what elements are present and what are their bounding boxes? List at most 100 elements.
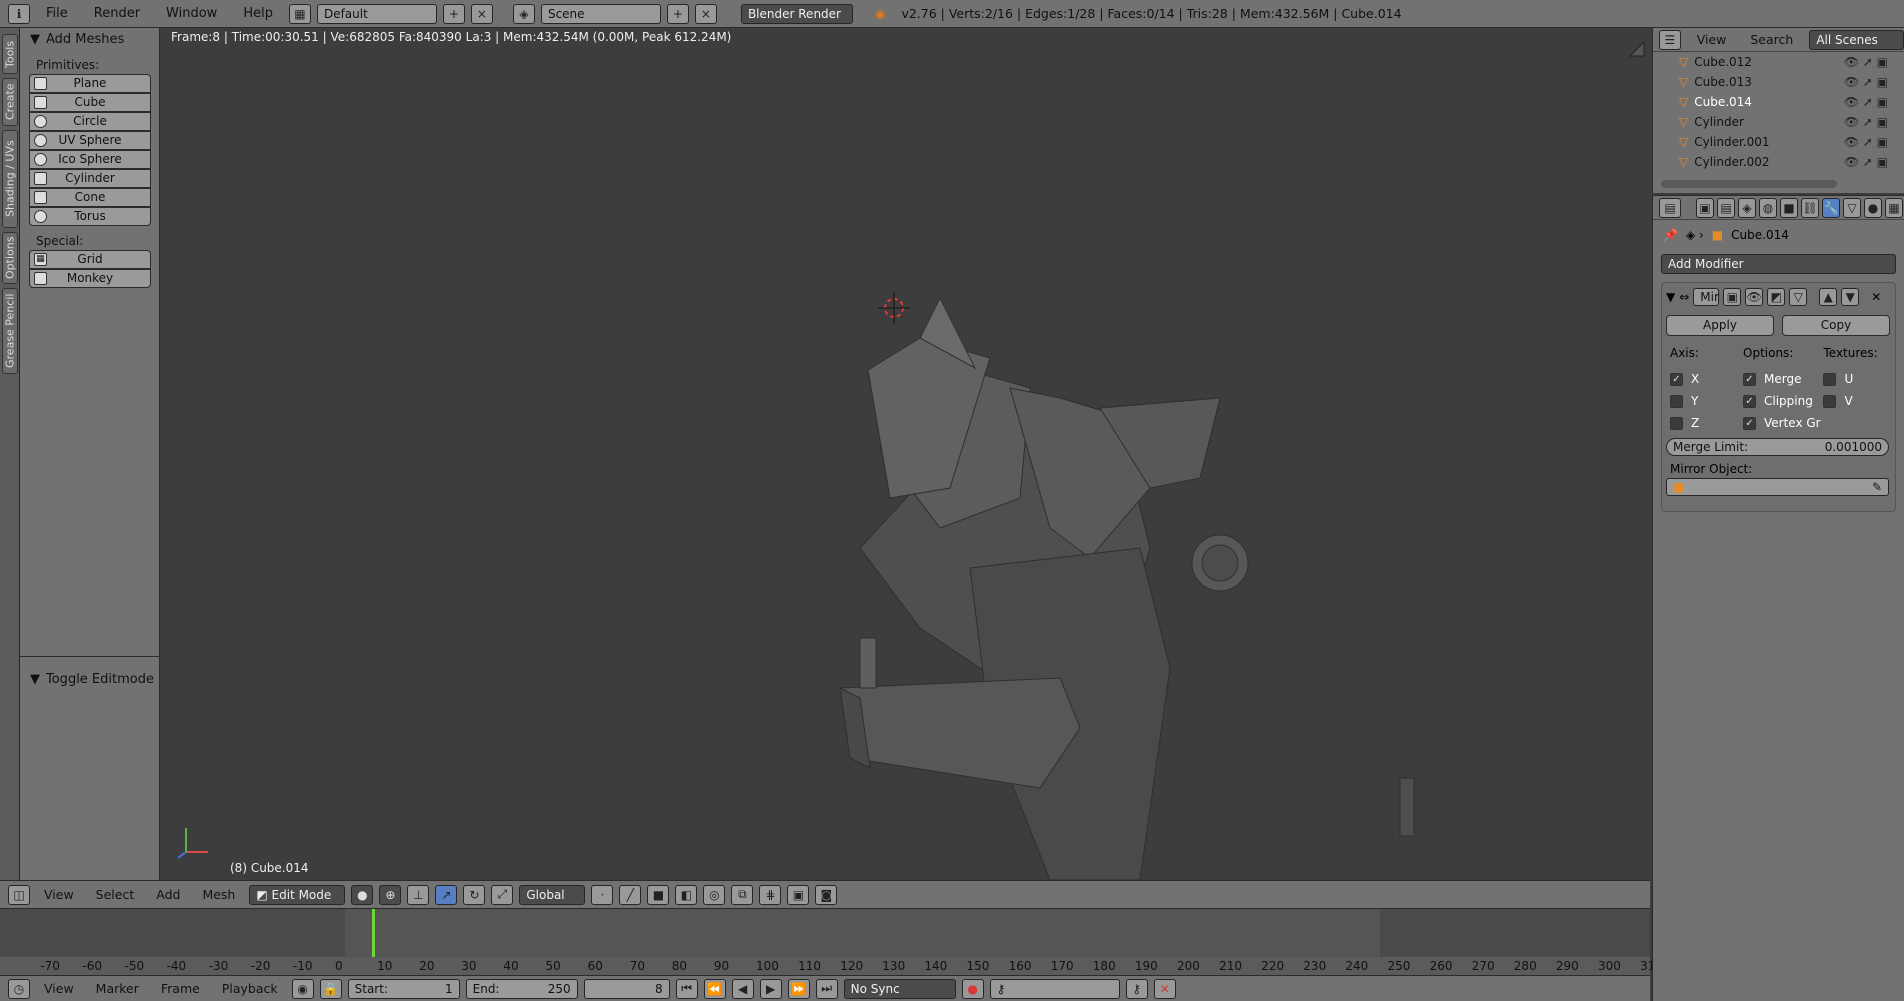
- apply-button[interactable]: Apply: [1666, 315, 1774, 336]
- proportional-edit-icon[interactable]: ◎: [703, 884, 726, 905]
- lock-range-icon[interactable]: 🔒: [319, 978, 342, 999]
- constraints-tab-icon[interactable]: ⛓: [1801, 197, 1819, 218]
- texture-tab-icon[interactable]: ▦: [1885, 197, 1903, 218]
- end-frame-field[interactable]: End: 250: [465, 978, 578, 999]
- outliner-item[interactable]: ▽ Cube.012 👁 ➚ ▣: [1653, 52, 1904, 72]
- modifiers-tab-icon[interactable]: 🔧: [1822, 197, 1840, 218]
- snap-element-icon[interactable]: ⋕: [759, 884, 782, 905]
- scene-tab-icon[interactable]: ◈: [1738, 197, 1756, 218]
- tab-shading-uvs[interactable]: Shading / UVs: [2, 130, 18, 228]
- remove-modifier-icon[interactable]: ✕: [1871, 290, 1881, 304]
- menu-file[interactable]: File: [36, 6, 78, 21]
- record-icon[interactable]: ●: [961, 978, 984, 999]
- jump-end-icon[interactable]: ⏭: [815, 978, 838, 999]
- menu-search[interactable]: Search: [1742, 32, 1801, 47]
- menu-view[interactable]: View: [36, 887, 82, 902]
- menu-marker[interactable]: Marker: [88, 981, 147, 996]
- pivot-point-icon[interactable]: ⊕: [379, 884, 402, 905]
- move-down-icon[interactable]: ▼: [1841, 288, 1860, 306]
- add-circle-button[interactable]: Circle: [29, 112, 151, 131]
- menu-playback[interactable]: Playback: [214, 981, 286, 996]
- add-cone-button[interactable]: Cone: [29, 188, 151, 207]
- world-tab-icon[interactable]: ◍: [1759, 197, 1777, 218]
- screen-layout-icon[interactable]: ▦: [288, 3, 311, 24]
- add-uv-sphere-button[interactable]: UV Sphere: [29, 131, 151, 150]
- outliner-editor-icon[interactable]: ☰: [1659, 29, 1681, 50]
- modifier-name-field[interactable]: Mir: [1693, 288, 1720, 306]
- render-layers-tab-icon[interactable]: ▤: [1717, 197, 1735, 218]
- collapse-triangle-icon[interactable]: ▼: [1666, 290, 1675, 304]
- timeline-area[interactable]: -70 -60 -50 -40 -30 -20 -10 0 10 20 30 40 50 60 70 80 90…: [0, 908, 1663, 978]
- menu-frame[interactable]: Frame: [153, 981, 208, 996]
- data-tab-icon[interactable]: ▽: [1843, 197, 1861, 218]
- vertex-groups-checkbox[interactable]: ✓ Vertex Gr: [1743, 412, 1823, 434]
- layout-field[interactable]: Default: [316, 3, 437, 24]
- menu-window[interactable]: Window: [156, 6, 227, 21]
- keying-set-field[interactable]: ⚷: [989, 978, 1120, 999]
- tab-options[interactable]: Options: [2, 232, 18, 284]
- add-cylinder-button[interactable]: Cylinder: [29, 169, 151, 188]
- outliner-item[interactable]: ▽ Cylinder 👁 ➚ ▣: [1653, 112, 1904, 132]
- menu-view[interactable]: View: [1689, 32, 1735, 47]
- add-ico-sphere-button[interactable]: Ico Sphere: [29, 150, 151, 169]
- axis-y-checkbox[interactable]: Y: [1670, 390, 1743, 412]
- timeline-editor-icon[interactable]: ◷: [8, 978, 30, 999]
- remove-layout-icon[interactable]: ×: [470, 3, 493, 24]
- texture-u-checkbox[interactable]: U: [1823, 368, 1889, 390]
- outliner-item[interactable]: ▽ Cylinder.002 👁 ➚ ▣: [1653, 152, 1904, 172]
- pin-icon[interactable]: 📌: [1663, 228, 1678, 242]
- editmode-toggle-icon[interactable]: ◩: [1767, 288, 1786, 306]
- play-icon[interactable]: ▶: [759, 978, 782, 999]
- toggle-editmode-panel-header[interactable]: ▼ Toggle Editmode: [20, 668, 154, 690]
- current-frame-indicator[interactable]: [372, 909, 375, 957]
- sync-mode-select[interactable]: No Sync: [843, 978, 956, 999]
- start-frame-field[interactable]: Start: 1: [347, 978, 460, 999]
- insert-keyframe-icon[interactable]: ⚷: [1125, 978, 1148, 999]
- outliner-scrollbar[interactable]: [1661, 180, 1837, 188]
- eyedropper-icon[interactable]: ✎: [1872, 480, 1882, 494]
- add-cube-button[interactable]: Cube: [29, 93, 151, 112]
- 3d-view-editor-icon[interactable]: ◫: [8, 884, 30, 905]
- axis-x-checkbox[interactable]: ✓ X: [1670, 368, 1743, 390]
- outliner-item[interactable]: ▽ Cube.013 👁 ➚ ▣: [1653, 72, 1904, 92]
- outliner-item[interactable]: ▽ Cube.014 👁 ➚ ▣: [1653, 92, 1904, 112]
- render-tab-icon[interactable]: ▣: [1696, 197, 1714, 218]
- clipping-checkbox[interactable]: ✓ Clipping: [1743, 390, 1823, 412]
- merge-checkbox[interactable]: ✓ Merge: [1743, 368, 1823, 390]
- opengl-render-icon[interactable]: ◙: [815, 884, 838, 905]
- rotate-manipulator-icon[interactable]: ↻: [463, 884, 486, 905]
- add-grid-button[interactable]: ▦ Grid: [29, 250, 151, 269]
- add-torus-button[interactable]: Torus: [29, 207, 151, 226]
- add-layout-icon[interactable]: +: [442, 3, 465, 24]
- mode-select[interactable]: ◩ Edit Mode: [249, 884, 346, 905]
- delete-keyframe-icon[interactable]: ✕: [1153, 978, 1176, 999]
- scale-manipulator-icon[interactable]: ⤢: [491, 884, 514, 905]
- render-toggle-icon[interactable]: ▣: [1723, 288, 1742, 306]
- outliner-item[interactable]: ▽ Cylinder.001 👁 ➚ ▣: [1653, 132, 1904, 152]
- play-reverse-icon[interactable]: ◀: [731, 978, 754, 999]
- menu-render[interactable]: Render: [84, 6, 150, 21]
- current-frame-field[interactable]: 8: [583, 978, 670, 999]
- menu-help[interactable]: Help: [233, 6, 283, 21]
- info-editor-icon[interactable]: ℹ: [8, 3, 30, 24]
- object-tab-icon[interactable]: ■: [1780, 197, 1798, 218]
- add-plane-button[interactable]: Plane: [29, 74, 151, 93]
- scene-field[interactable]: Scene: [540, 3, 661, 24]
- tab-grease-pencil[interactable]: Grease Pencil: [2, 288, 18, 374]
- cage-toggle-icon[interactable]: ▽: [1789, 288, 1808, 306]
- tab-create[interactable]: Create: [2, 78, 18, 126]
- visibility-icons[interactable]: 👁 ➚ ▣: [1844, 95, 1904, 109]
- visibility-icons[interactable]: 👁 ➚ ▣: [1844, 155, 1904, 169]
- copy-button[interactable]: Copy: [1782, 315, 1890, 336]
- display-mode-select[interactable]: All Scenes: [1809, 29, 1904, 50]
- properties-editor-icon[interactable]: ▤: [1659, 197, 1681, 218]
- add-scene-icon[interactable]: +: [666, 3, 689, 24]
- jump-start-icon[interactable]: ⏮: [675, 978, 698, 999]
- viewport-toggle-icon[interactable]: 👁: [1745, 288, 1764, 306]
- render-preview-icon[interactable]: ▣: [787, 884, 810, 905]
- manipulator-toggle-icon[interactable]: ⊥: [407, 884, 430, 905]
- viewport-shading-icon[interactable]: ●: [351, 884, 374, 905]
- remove-scene-icon[interactable]: ×: [694, 3, 717, 24]
- edge-select-icon[interactable]: ╱: [619, 884, 642, 905]
- menu-view[interactable]: View: [36, 981, 82, 996]
